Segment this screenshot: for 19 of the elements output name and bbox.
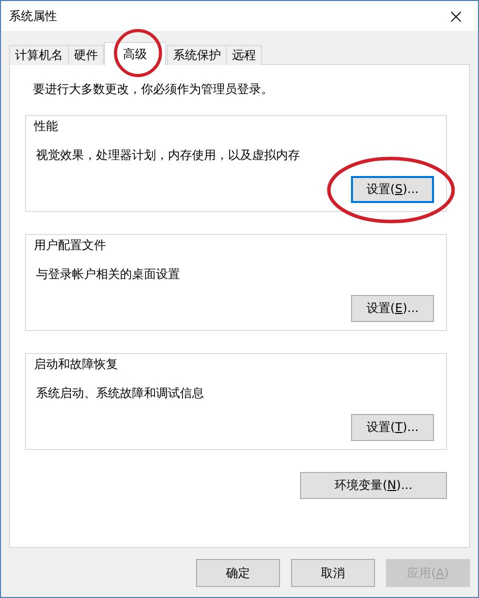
settings-button[interactable]: 设置(E)... — [351, 295, 434, 322]
group-title: 性能 — [34, 118, 59, 135]
group-description: 视觉效果，处理器计划，内存使用，以及虚拟内存 — [36, 147, 301, 164]
close-button[interactable]: × — [434, 1, 478, 31]
tab[interactable]: 远程 — [226, 45, 262, 65]
dialog-button[interactable]: 确定 — [196, 559, 280, 587]
environment-variables-button[interactable]: 环境变量(N)... — [300, 472, 447, 499]
group-description: 与登录帐户相关的桌面设置 — [36, 266, 181, 283]
notice-text: 要进行大多数更改，你必须作为管理员登录。 — [33, 81, 274, 98]
tab[interactable]: 系统保护 — [167, 45, 227, 65]
tab[interactable]: 硬件 — [68, 45, 104, 65]
dialog-button[interactable]: 取消 — [291, 559, 375, 587]
window-title: 系统属性 — [9, 8, 57, 24]
group-description: 系统启动、系统故障和调试信息 — [36, 385, 205, 402]
tab[interactable]: 计算机名 — [9, 45, 69, 65]
group-title: 用户配置文件 — [34, 237, 107, 254]
settings-button[interactable]: 设置(S)... — [351, 176, 434, 203]
settings-button[interactable]: 设置(T)... — [351, 414, 434, 441]
group-title: 启动和故障恢复 — [34, 356, 119, 373]
